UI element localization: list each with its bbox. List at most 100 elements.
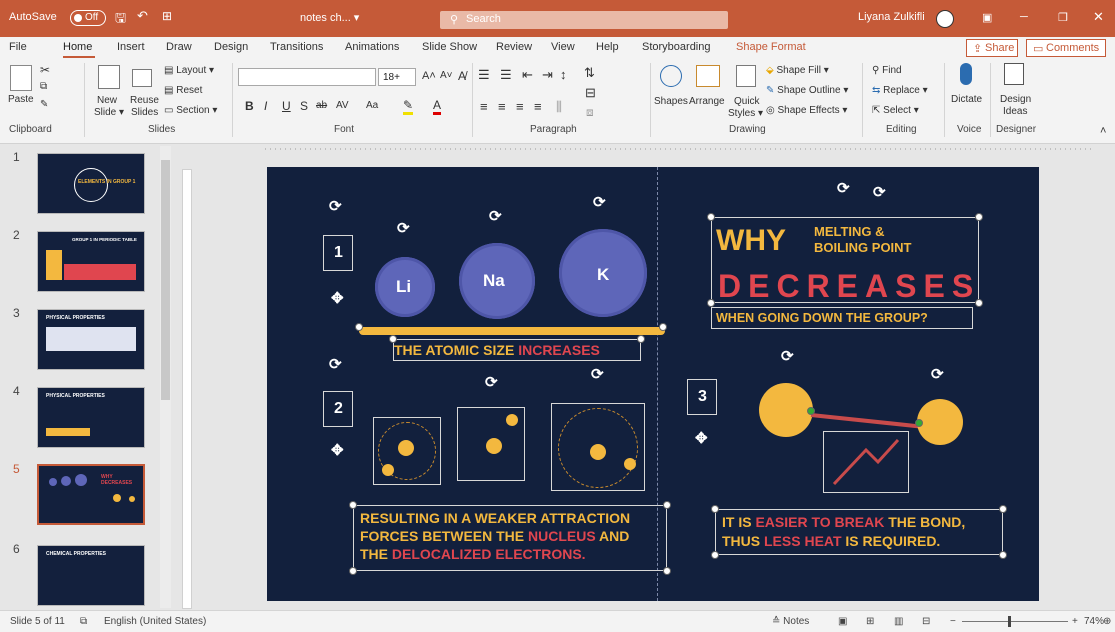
rotate-handle-icon[interactable]: ⟳	[489, 207, 502, 225]
slide-thumbnail-5[interactable]: WHY DECREASES	[37, 464, 145, 525]
fit-to-window-icon[interactable]: ⊕	[1103, 616, 1111, 627]
bond-atom-right[interactable]	[917, 399, 963, 445]
increase-indent-icon[interactable]: ⇥	[542, 67, 553, 83]
normal-view-icon[interactable]: ▣	[838, 616, 847, 627]
accessibility-icon[interactable]: ⧉	[80, 616, 87, 627]
language-status[interactable]: English (United States)	[104, 616, 206, 627]
rotate-handle-icon[interactable]: ⟳	[485, 373, 498, 391]
break-arrow-shape[interactable]	[823, 431, 909, 493]
bond-line[interactable]	[810, 413, 923, 429]
slide-canvas[interactable]: ⟳ 1 ✥ ⟳ Li ⟳ Na ⟳ K THE ATOMIC SIZE INCR…	[267, 167, 1039, 601]
share-button[interactable]: ⇪ Share	[966, 39, 1018, 57]
avatar[interactable]	[936, 10, 954, 28]
bond-atom-left[interactable]	[759, 383, 813, 437]
highlight-icon[interactable]: ✎	[403, 98, 414, 115]
shadow-button[interactable]: S	[300, 99, 308, 113]
numbering-icon[interactable]: ☰	[500, 67, 512, 83]
bold-button[interactable]: B	[245, 99, 254, 113]
reuse-slides-icon[interactable]	[132, 69, 152, 87]
justify-icon[interactable]: ≡	[534, 99, 542, 114]
change-case-button[interactable]: Aa	[366, 100, 378, 111]
align-left-icon[interactable]: ≡	[480, 99, 488, 114]
clear-format-icon[interactable]: A̸	[458, 69, 466, 83]
line-spacing-icon[interactable]: ↕	[560, 67, 567, 82]
shape-effects-button[interactable]: ◎ Shape Effects ▾	[766, 105, 847, 116]
font-size-input[interactable]: 18+	[378, 68, 416, 86]
tab-file[interactable]: File	[9, 41, 27, 53]
replace-button[interactable]: ⇆ Replace ▾	[872, 85, 928, 96]
strikethrough-button[interactable]: ab	[316, 100, 327, 111]
new-slide-button[interactable]: New	[97, 95, 117, 106]
undo-icon[interactable]: ↶	[137, 8, 148, 24]
italic-button[interactable]: I	[264, 99, 267, 113]
shapes-button[interactable]: Shapes	[654, 96, 688, 107]
size-arrow-bar[interactable]	[359, 327, 665, 335]
dictate-button[interactable]: Dictate	[951, 94, 982, 105]
rotate-handle-icon[interactable]: ⟳	[397, 219, 410, 237]
zoom-slider-thumb[interactable]	[1008, 616, 1011, 627]
maximize-icon[interactable]: ❐	[1058, 11, 1068, 24]
rotate-handle-icon[interactable]: ⟳	[781, 347, 794, 365]
underline-button[interactable]: U	[282, 99, 291, 113]
cut-icon[interactable]: ✂	[40, 63, 50, 77]
quick-styles-icon[interactable]	[736, 65, 756, 87]
weaker-attraction-textbox[interactable]: RESULTING IN A WEAKER ATTRACTION FORCES …	[353, 505, 667, 571]
tab-transitions[interactable]: Transitions	[270, 41, 323, 53]
copy-icon[interactable]: ⧉	[40, 81, 47, 92]
slide-thumbnail-6[interactable]: CHEMICAL PROPERTIES	[37, 545, 145, 606]
slide-thumbnail-1[interactable]: ELEMENTS IN GROUP 1	[37, 153, 145, 214]
document-title[interactable]: notes ch... ▾	[300, 11, 359, 24]
rotate-handle-icon[interactable]: ⟳	[329, 197, 342, 215]
rotate-handle-icon[interactable]: ⟳	[837, 179, 850, 197]
find-button[interactable]: ⚲ Find	[872, 65, 902, 76]
design-ideas-button[interactable]: Design	[1000, 94, 1031, 105]
tab-animations[interactable]: Animations	[345, 41, 399, 53]
select-button[interactable]: ⇱ Select ▾	[872, 105, 919, 116]
font-color-icon[interactable]: A	[433, 98, 442, 115]
ribbon-display-icon[interactable]: ▣	[982, 11, 992, 24]
slide-thumbnail-3[interactable]: PHYSICAL PROPERTIES	[37, 309, 145, 370]
rotate-handle-icon[interactable]: ⟳	[591, 365, 604, 383]
section-button[interactable]: ▭ Section ▾	[164, 105, 217, 116]
align-right-icon[interactable]: ≡	[516, 99, 524, 114]
search-input[interactable]: ⚲ Search	[440, 11, 728, 29]
editor-scrollbar[interactable]	[1094, 144, 1105, 610]
going-down-textbox[interactable]: WHEN GOING DOWN THE GROUP?	[711, 307, 973, 329]
collapse-ribbon-icon[interactable]: ˄	[1100, 125, 1106, 137]
format-painter-icon[interactable]: ✎	[40, 99, 48, 110]
layout-button[interactable]: ▤ Layout ▾	[164, 65, 214, 76]
reuse-slides-button[interactable]: Reuse	[130, 95, 159, 106]
move-handle-icon[interactable]: ✥	[331, 441, 344, 459]
save-icon[interactable]: 🖫	[115, 9, 126, 31]
smartart-icon[interactable]: ⧈	[586, 105, 594, 120]
tab-home[interactable]: Home	[63, 41, 92, 53]
rotate-handle-icon[interactable]: ⟳	[329, 355, 342, 373]
bullets-icon[interactable]: ☰	[478, 67, 490, 83]
new-slide-icon[interactable]	[98, 65, 120, 89]
tab-review[interactable]: Review	[496, 41, 532, 53]
decrease-indent-icon[interactable]: ⇤	[522, 67, 533, 83]
zoom-level[interactable]: 74%	[1084, 616, 1104, 627]
character-spacing-button[interactable]: AV	[336, 100, 349, 111]
tab-shape-format[interactable]: Shape Format	[736, 41, 806, 53]
tab-insert[interactable]: Insert	[117, 41, 145, 53]
slide-sorter-icon[interactable]: ⊞	[866, 616, 874, 627]
paste-icon[interactable]	[10, 65, 32, 91]
close-icon[interactable]: ✕	[1093, 9, 1104, 25]
rotate-handle-icon[interactable]: ⟳	[931, 365, 944, 383]
lattice-large[interactable]	[551, 403, 645, 491]
quick-styles-button[interactable]: Quick	[734, 96, 760, 107]
zoom-slider[interactable]	[962, 621, 1068, 622]
rotate-handle-icon[interactable]: ⟳	[593, 193, 606, 211]
step-number-box[interactable]: 1	[323, 235, 353, 271]
present-icon[interactable]: ⊞	[162, 9, 172, 23]
zoom-out-icon[interactable]: −	[950, 616, 956, 627]
shapes-icon[interactable]	[660, 65, 682, 87]
rotate-handle-icon[interactable]: ⟳	[873, 183, 886, 201]
zoom-in-icon[interactable]: +	[1072, 616, 1078, 627]
font-family-input[interactable]	[238, 68, 376, 86]
align-center-icon[interactable]: ≡	[498, 99, 506, 114]
why-title-group[interactable]: WHY MELTING & BOILING POINT DECREASES	[711, 217, 979, 304]
autosave-toggle[interactable]: Off	[70, 10, 106, 26]
step-number-box[interactable]: 2	[323, 391, 353, 427]
